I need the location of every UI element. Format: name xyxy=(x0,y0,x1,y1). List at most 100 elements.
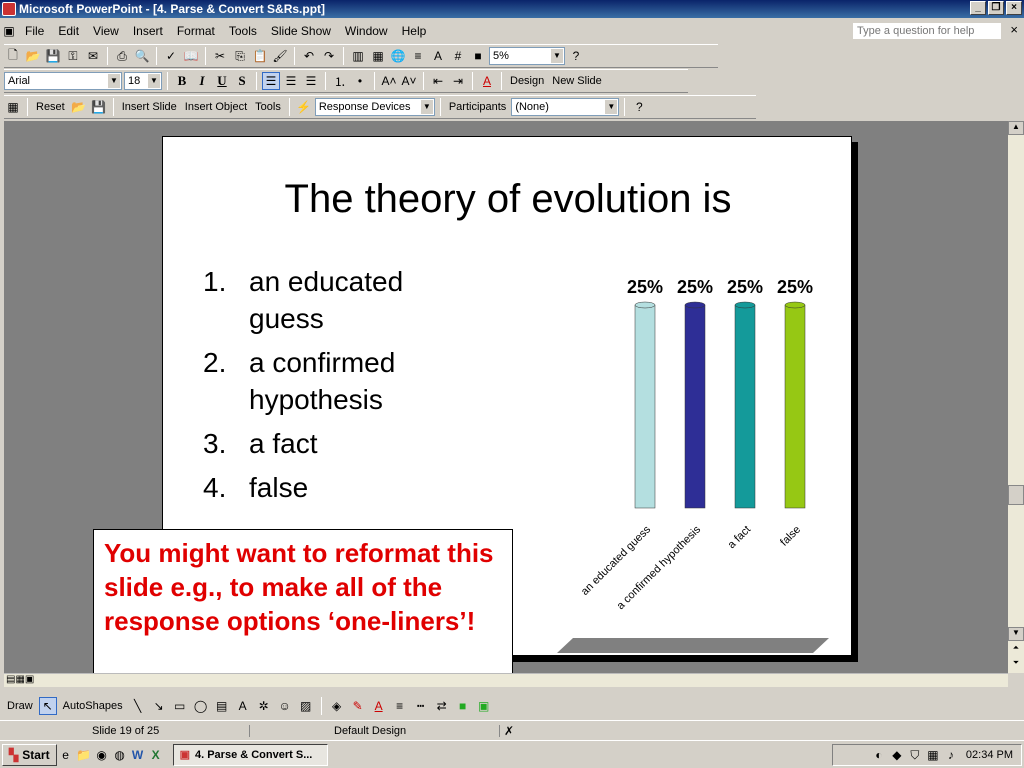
menu-file[interactable]: File xyxy=(18,24,51,38)
menu-format[interactable]: Format xyxy=(170,24,222,38)
menu-slide-show[interactable]: Slide Show xyxy=(264,24,338,38)
network-icon[interactable]: ▦ xyxy=(924,746,942,764)
next-slide-icon[interactable]: ⏷ xyxy=(1008,658,1024,672)
menu-insert[interactable]: Insert xyxy=(126,24,170,38)
print-preview-icon[interactable]: 🔍 xyxy=(133,47,151,65)
bullets-icon[interactable]: • xyxy=(351,72,369,90)
decrease-indent-icon[interactable]: ⇤ xyxy=(429,72,447,90)
shadow-style-icon[interactable]: ■ xyxy=(454,697,472,715)
autoshapes-button[interactable]: AutoShapes xyxy=(60,700,126,712)
insert-object-button[interactable]: Insert Object xyxy=(182,101,250,113)
scroll-thumb[interactable] xyxy=(1008,485,1024,505)
insert-slide-button[interactable]: Insert Slide xyxy=(119,101,180,113)
horizontal-scrollbar[interactable]: ▤▦▣ xyxy=(4,673,1008,687)
menu-view[interactable]: View xyxy=(86,24,126,38)
email-icon[interactable]: ✉ xyxy=(84,47,102,65)
scroll-down-icon[interactable]: ▼ xyxy=(1008,627,1024,641)
italic-button[interactable]: I xyxy=(193,72,211,90)
rectangle-icon[interactable]: ▭ xyxy=(171,697,189,715)
expand-all-icon[interactable]: ≡ xyxy=(409,47,427,65)
permission-icon[interactable]: ⚿ xyxy=(64,47,82,65)
select-objects-icon[interactable]: ↖ xyxy=(38,697,57,715)
excel-quicklaunch-icon[interactable]: X xyxy=(147,746,165,764)
numbering-icon[interactable]: ⒈ xyxy=(331,72,349,90)
grid-icon[interactable]: # xyxy=(449,47,467,65)
note-textbox[interactable]: You might want to reformat this slide e.… xyxy=(93,529,513,676)
menu-help[interactable]: Help xyxy=(395,24,434,38)
option-2[interactable]: 2. a confirmed hypothesis xyxy=(203,344,463,418)
menu-tools[interactable]: Tools xyxy=(222,24,264,38)
help-icon[interactable]: ? xyxy=(567,47,585,65)
picture-icon[interactable]: ▨ xyxy=(297,697,315,715)
font-color-icon[interactable]: A xyxy=(478,72,496,90)
dash-style-icon[interactable]: ┅ xyxy=(412,697,430,715)
tray-icon-1[interactable]: ◐ xyxy=(870,746,888,764)
response-chart[interactable]: 25%an educated guess25%a confirmed hypot… xyxy=(533,257,843,657)
shadow-button[interactable]: S xyxy=(233,72,251,90)
volume-icon[interactable]: ♪ xyxy=(942,746,960,764)
menu-edit[interactable]: Edit xyxy=(51,24,86,38)
firefox-quicklaunch-icon[interactable]: ◉ xyxy=(93,746,111,764)
align-left-icon[interactable]: ☰ xyxy=(262,72,280,90)
diagram-icon[interactable]: ✲ xyxy=(255,697,273,715)
close-button[interactable]: × xyxy=(1006,1,1022,15)
start-button[interactable]: ▚ Start xyxy=(2,743,57,766)
save-icon[interactable]: 💾 xyxy=(44,47,62,65)
increase-indent-icon[interactable]: ⇥ xyxy=(449,72,467,90)
tools-button[interactable]: Tools xyxy=(252,101,284,113)
line-color-icon[interactable]: ✎ xyxy=(349,697,367,715)
font-size-select[interactable]: 18 ▼ xyxy=(124,72,162,90)
line-icon[interactable]: ╲ xyxy=(129,697,147,715)
menu-window[interactable]: Window xyxy=(338,24,395,38)
option-1[interactable]: 1. an educated guess xyxy=(203,263,463,337)
font-select[interactable]: Arial ▼ xyxy=(4,72,122,90)
increase-font-icon[interactable]: A˄ xyxy=(380,72,398,90)
turningpoint-icon[interactable]: ▦ xyxy=(4,98,22,116)
print-icon[interactable]: ⎙ xyxy=(113,47,131,65)
font-color-icon-2[interactable]: A xyxy=(370,697,388,715)
help-icon-2[interactable]: ? xyxy=(630,98,648,116)
response-devices-select[interactable]: Response Devices ▼ xyxy=(314,98,435,116)
underline-button[interactable]: U xyxy=(213,72,231,90)
clipart-icon[interactable]: ☺ xyxy=(276,697,294,715)
option-3[interactable]: 3. a fact xyxy=(203,425,463,462)
wordart-icon[interactable]: A xyxy=(234,697,252,715)
open-icon[interactable]: 📂 xyxy=(24,47,42,65)
new-icon[interactable]: 🗋 xyxy=(4,47,22,65)
zoom-select[interactable]: 5% ▼ xyxy=(489,47,565,65)
tray-icon-2[interactable]: ◆ xyxy=(888,746,906,764)
reset-button[interactable]: Reset xyxy=(33,101,68,113)
taskbar-item-powerpoint[interactable]: ▣ 4. Parse & Convert S... xyxy=(172,743,328,766)
word-quicklaunch-icon[interactable]: W xyxy=(129,746,147,764)
shield-icon[interactable]: ⛉ xyxy=(906,746,924,764)
draw-button[interactable]: Draw xyxy=(4,700,36,712)
insert-table-icon[interactable]: ▦ xyxy=(369,47,387,65)
line-style-icon[interactable]: ≡ xyxy=(391,697,409,715)
folder-quicklaunch-icon[interactable]: 📁 xyxy=(75,746,93,764)
oval-icon[interactable]: ◯ xyxy=(192,697,210,715)
insert-hyperlink-icon[interactable]: 🌐 xyxy=(389,47,407,65)
new-slide-button[interactable]: New Slide xyxy=(549,75,605,87)
close-document-icon[interactable]: × xyxy=(1010,22,1018,37)
ie-quicklaunch-icon[interactable]: e xyxy=(57,746,75,764)
view-buttons-icon[interactable]: ▤▦▣ xyxy=(6,674,34,685)
undo-icon[interactable]: ↶ xyxy=(300,47,318,65)
copy-icon[interactable]: ⎘ xyxy=(231,47,249,65)
color-grayscale-icon[interactable]: ■ xyxy=(469,47,487,65)
restore-button[interactable]: ❐ xyxy=(988,1,1004,15)
align-center-icon[interactable]: ☰ xyxy=(282,72,300,90)
bold-button[interactable]: B xyxy=(173,72,191,90)
lightning-icon[interactable]: ⚡ xyxy=(295,98,313,116)
insert-chart-icon[interactable]: ▥ xyxy=(349,47,367,65)
document-icon[interactable]: ▣ xyxy=(0,22,18,40)
textbox-icon[interactable]: ▤ xyxy=(213,697,231,715)
spelling-icon[interactable]: ✓ xyxy=(162,47,180,65)
scroll-up-icon[interactable]: ▲ xyxy=(1008,121,1024,135)
arrow-style-icon[interactable]: ⇄ xyxy=(433,697,451,715)
help-search-input[interactable]: Type a question for help xyxy=(852,22,1002,40)
previous-slide-icon[interactable]: ⏶ xyxy=(1008,643,1024,657)
align-right-icon[interactable]: ☰ xyxy=(302,72,320,90)
paste-icon[interactable]: 📋 xyxy=(251,47,269,65)
participants-button[interactable]: Participants xyxy=(446,101,509,113)
slide-title[interactable]: The theory of evolution is xyxy=(163,177,853,222)
